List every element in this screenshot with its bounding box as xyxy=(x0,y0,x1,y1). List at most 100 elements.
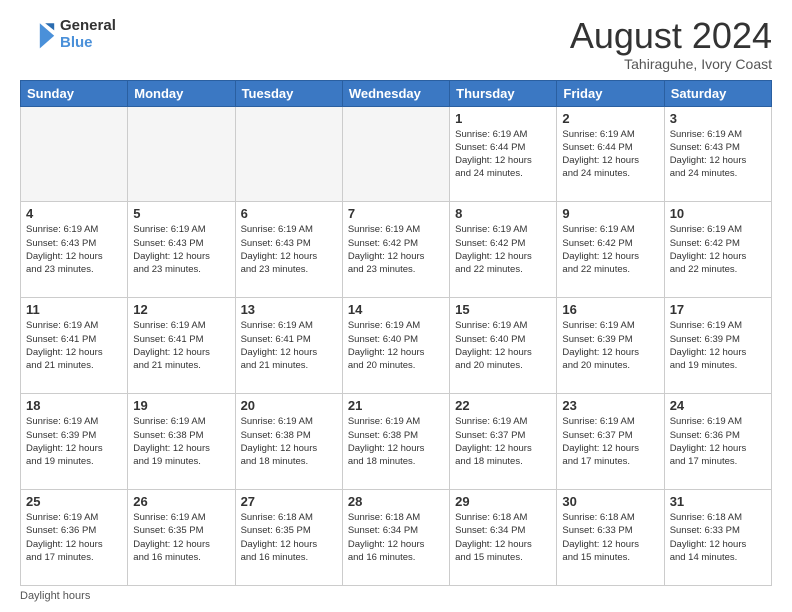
day-number: 25 xyxy=(26,494,122,509)
day-number: 27 xyxy=(241,494,337,509)
day-cell: 6 Sunrise: 6:19 AM Sunset: 6:43 PM Daylig… xyxy=(235,202,342,298)
header-friday: Friday xyxy=(557,80,664,106)
day-number: 1 xyxy=(455,111,551,126)
day-number: 18 xyxy=(26,398,122,413)
week-row-3: 18 Sunrise: 6:19 AM Sunset: 6:39 PM Dayli… xyxy=(21,394,772,490)
day-info: Sunrise: 6:19 AM Sunset: 6:39 PM Dayligh… xyxy=(26,415,122,468)
subtitle: Tahiraguhe, Ivory Coast xyxy=(570,56,772,72)
day-info: Sunrise: 6:19 AM Sunset: 6:43 PM Dayligh… xyxy=(133,223,229,276)
day-number: 10 xyxy=(670,206,766,221)
day-number: 13 xyxy=(241,302,337,317)
day-cell: 28 Sunrise: 6:18 AM Sunset: 6:34 PM Dayli… xyxy=(342,490,449,586)
day-cell: 21 Sunrise: 6:19 AM Sunset: 6:38 PM Dayli… xyxy=(342,394,449,490)
day-info: Sunrise: 6:19 AM Sunset: 6:40 PM Dayligh… xyxy=(348,319,444,372)
day-cell: 19 Sunrise: 6:19 AM Sunset: 6:38 PM Dayli… xyxy=(128,394,235,490)
day-number: 16 xyxy=(562,302,658,317)
day-cell xyxy=(128,106,235,202)
day-info: Sunrise: 6:18 AM Sunset: 6:35 PM Dayligh… xyxy=(241,511,337,564)
header-tuesday: Tuesday xyxy=(235,80,342,106)
day-number: 12 xyxy=(133,302,229,317)
day-info: Sunrise: 6:18 AM Sunset: 6:34 PM Dayligh… xyxy=(455,511,551,564)
day-info: Sunrise: 6:18 AM Sunset: 6:33 PM Dayligh… xyxy=(562,511,658,564)
day-info: Sunrise: 6:19 AM Sunset: 6:42 PM Dayligh… xyxy=(455,223,551,276)
day-number: 9 xyxy=(562,206,658,221)
day-info: Sunrise: 6:19 AM Sunset: 6:41 PM Dayligh… xyxy=(133,319,229,372)
footer-text: Daylight hours xyxy=(20,590,90,602)
day-number: 23 xyxy=(562,398,658,413)
header-thursday: Thursday xyxy=(450,80,557,106)
day-info: Sunrise: 6:19 AM Sunset: 6:41 PM Dayligh… xyxy=(241,319,337,372)
day-cell: 17 Sunrise: 6:19 AM Sunset: 6:39 PM Dayli… xyxy=(664,298,771,394)
calendar-header-row: SundayMondayTuesdayWednesdayThursdayFrid… xyxy=(21,80,772,106)
day-cell xyxy=(235,106,342,202)
day-cell: 29 Sunrise: 6:18 AM Sunset: 6:34 PM Dayli… xyxy=(450,490,557,586)
day-info: Sunrise: 6:19 AM Sunset: 6:43 PM Dayligh… xyxy=(26,223,122,276)
logo-icon xyxy=(20,16,56,52)
header-sunday: Sunday xyxy=(21,80,128,106)
day-info: Sunrise: 6:19 AM Sunset: 6:37 PM Dayligh… xyxy=(455,415,551,468)
title-area: August 2024 Tahiraguhe, Ivory Coast xyxy=(570,16,772,72)
day-number: 28 xyxy=(348,494,444,509)
week-row-4: 25 Sunrise: 6:19 AM Sunset: 6:36 PM Dayli… xyxy=(21,490,772,586)
day-cell: 1 Sunrise: 6:19 AM Sunset: 6:44 PM Daylig… xyxy=(450,106,557,202)
day-cell: 10 Sunrise: 6:19 AM Sunset: 6:42 PM Dayli… xyxy=(664,202,771,298)
logo: General Blue xyxy=(20,16,116,52)
day-cell: 4 Sunrise: 6:19 AM Sunset: 6:43 PM Daylig… xyxy=(21,202,128,298)
day-info: Sunrise: 6:19 AM Sunset: 6:39 PM Dayligh… xyxy=(562,319,658,372)
day-number: 21 xyxy=(348,398,444,413)
day-number: 20 xyxy=(241,398,337,413)
day-info: Sunrise: 6:19 AM Sunset: 6:35 PM Dayligh… xyxy=(133,511,229,564)
day-cell: 30 Sunrise: 6:18 AM Sunset: 6:33 PM Dayli… xyxy=(557,490,664,586)
day-cell: 5 Sunrise: 6:19 AM Sunset: 6:43 PM Daylig… xyxy=(128,202,235,298)
page: General Blue August 2024 Tahiraguhe, Ivo… xyxy=(0,0,792,612)
day-info: Sunrise: 6:19 AM Sunset: 6:38 PM Dayligh… xyxy=(133,415,229,468)
day-cell: 16 Sunrise: 6:19 AM Sunset: 6:39 PM Dayli… xyxy=(557,298,664,394)
day-number: 17 xyxy=(670,302,766,317)
day-number: 8 xyxy=(455,206,551,221)
day-info: Sunrise: 6:18 AM Sunset: 6:34 PM Dayligh… xyxy=(348,511,444,564)
day-number: 30 xyxy=(562,494,658,509)
day-cell xyxy=(21,106,128,202)
day-number: 14 xyxy=(348,302,444,317)
day-info: Sunrise: 6:19 AM Sunset: 6:44 PM Dayligh… xyxy=(562,128,658,181)
day-cell: 11Sunrise: 6:19 AM Sunset: 6:41 PM Dayli… xyxy=(21,298,128,394)
day-info: Sunrise: 6:19 AM Sunset: 6:39 PM Dayligh… xyxy=(670,319,766,372)
day-info: Sunrise: 6:19 AM Sunset: 6:36 PM Dayligh… xyxy=(670,415,766,468)
day-number: 7 xyxy=(348,206,444,221)
day-info: Sunrise: 6:19 AM Sunset: 6:36 PM Dayligh… xyxy=(26,511,122,564)
day-number: 26 xyxy=(133,494,229,509)
day-cell: 24Sunrise: 6:19 AM Sunset: 6:36 PM Dayli… xyxy=(664,394,771,490)
day-cell: 2 Sunrise: 6:19 AM Sunset: 6:44 PM Daylig… xyxy=(557,106,664,202)
day-number: 19 xyxy=(133,398,229,413)
day-info: Sunrise: 6:19 AM Sunset: 6:37 PM Dayligh… xyxy=(562,415,658,468)
day-info: Sunrise: 6:19 AM Sunset: 6:44 PM Dayligh… xyxy=(455,128,551,181)
day-cell: 13 Sunrise: 6:19 AM Sunset: 6:41 PM Dayli… xyxy=(235,298,342,394)
day-cell: 7Sunrise: 6:19 AM Sunset: 6:42 PM Daylig… xyxy=(342,202,449,298)
header-monday: Monday xyxy=(128,80,235,106)
week-row-2: 11 Sunrise: 6:19 AM Sunset: 6:41 PM Dayli… xyxy=(21,298,772,394)
day-cell: 9Sunrise: 6:19 AM Sunset: 6:42 PM Daylig… xyxy=(557,202,664,298)
day-number: 3 xyxy=(670,111,766,126)
day-info: Sunrise: 6:19 AM Sunset: 6:38 PM Dayligh… xyxy=(348,415,444,468)
week-row-0: 1 Sunrise: 6:19 AM Sunset: 6:44 PM Daylig… xyxy=(21,106,772,202)
day-info: Sunrise: 6:19 AM Sunset: 6:42 PM Dayligh… xyxy=(670,223,766,276)
day-info: Sunrise: 6:19 AM Sunset: 6:38 PM Dayligh… xyxy=(241,415,337,468)
day-number: 6 xyxy=(241,206,337,221)
day-cell: 12 Sunrise: 6:19 AM Sunset: 6:41 PM Dayli… xyxy=(128,298,235,394)
day-cell: 22Sunrise: 6:19 AM Sunset: 6:37 PM Dayli… xyxy=(450,394,557,490)
day-number: 4 xyxy=(26,206,122,221)
day-cell: 15Sunrise: 6:19 AM Sunset: 6:40 PM Dayli… xyxy=(450,298,557,394)
day-info: Sunrise: 6:19 AM Sunset: 6:43 PM Dayligh… xyxy=(241,223,337,276)
week-row-1: 4 Sunrise: 6:19 AM Sunset: 6:43 PM Daylig… xyxy=(21,202,772,298)
day-info: Sunrise: 6:19 AM Sunset: 6:40 PM Dayligh… xyxy=(455,319,551,372)
day-number: 2 xyxy=(562,111,658,126)
header-wednesday: Wednesday xyxy=(342,80,449,106)
day-cell: 14 Sunrise: 6:19 AM Sunset: 6:40 PM Dayli… xyxy=(342,298,449,394)
day-number: 11 xyxy=(26,302,122,317)
day-number: 29 xyxy=(455,494,551,509)
calendar-table: SundayMondayTuesdayWednesdayThursdayFrid… xyxy=(20,80,772,586)
day-info: Sunrise: 6:19 AM Sunset: 6:43 PM Dayligh… xyxy=(670,128,766,181)
day-number: 5 xyxy=(133,206,229,221)
footer: Daylight hours xyxy=(20,590,772,602)
day-cell: 8 Sunrise: 6:19 AM Sunset: 6:42 PM Daylig… xyxy=(450,202,557,298)
